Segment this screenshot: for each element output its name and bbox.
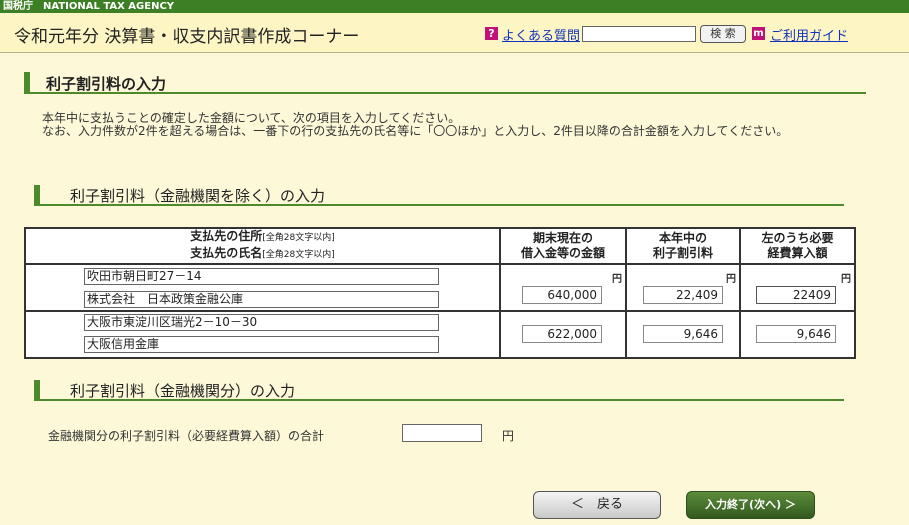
table-row: 吹田市朝日町27－14 株式会社 日本政策金融公庫 円 640,000 円 22… (24, 263, 856, 312)
guide-link[interactable]: ご利用ガイド (770, 25, 848, 44)
section-financial-header: 利子割引料（金融機関分）の入力 (34, 380, 844, 401)
table-row: 大阪市東淀川区瑞光2－10－30 大阪信用金庫 622,000 9,646 9,… (24, 310, 856, 359)
agency-bar: 国税庁 NATIONAL TAX AGENCY (0, 0, 909, 13)
interest-input[interactable]: 22,409 (643, 286, 723, 304)
page-title: 利子割引料の入力 (46, 75, 167, 93)
address-name-cell: 大阪市東淀川区瑞光2－10－30 大阪信用金庫 (24, 310, 501, 359)
address-input[interactable]: 吹田市朝日町27－14 (84, 268, 439, 285)
header-interest: 本年中の 利子割引料 (625, 227, 741, 265)
interest-cell: 9,646 (625, 310, 741, 359)
header-interest-line1: 本年中の (658, 231, 707, 245)
header-name-label: 支払先の氏名 (190, 246, 263, 260)
intro-line-2: なお、入力件数が2件を超える場合は、一番下の行の支払先の氏名等に「〇〇ほか」と入… (42, 124, 789, 138)
next-button[interactable]: 入力終了(次へ) ＞ (686, 491, 815, 519)
header-address-note: [全角28文字以内] (262, 233, 335, 243)
section-non-financial-title: 利子割引料（金融機関を除く）の入力 (70, 187, 326, 205)
yen-label: 円 (726, 274, 736, 285)
yen-label: 円 (612, 274, 622, 285)
back-button[interactable]: ＜ 戻る (533, 491, 661, 519)
financial-total-label: 金融機関分の利子割引料（必要経費算入額）の合計 (48, 429, 325, 443)
help-icon[interactable]: ? (485, 27, 498, 40)
name-input[interactable]: 株式会社 日本政策金融公庫 (84, 291, 439, 308)
faq-link[interactable]: よくある質問 (502, 25, 580, 44)
header-address-label: 支払先の住所 (190, 229, 263, 243)
address-input[interactable]: 大阪市東淀川区瑞光2－10－30 (84, 314, 439, 331)
header-balance: 期末現在の 借入金等の金額 (499, 227, 627, 265)
interest-input[interactable]: 9,646 (643, 325, 723, 343)
financial-total-input[interactable] (402, 424, 482, 442)
header-expense-line2: 経費算入額 (767, 246, 828, 260)
header-expense: 左のうち必要 経費算入額 (739, 227, 856, 265)
intro-text: 本年中に支払うことの確定した金額について、次の項目を入力してください。 なお、入… (42, 112, 842, 138)
interest-cell: 円 22,409 (625, 263, 741, 312)
name-input[interactable]: 大阪信用金庫 (84, 336, 439, 353)
address-name-cell: 吹田市朝日町27－14 株式会社 日本政策金融公庫 (24, 263, 501, 312)
header-address-name: 支払先の住所[全角28文字以内] 支払先の氏名[全角28文字以内] (24, 227, 501, 265)
expense-cell: 円 22409 (739, 263, 856, 312)
expense-input[interactable]: 9,646 (756, 325, 836, 343)
expense-input[interactable]: 22409 (756, 286, 836, 304)
balance-input[interactable]: 622,000 (522, 325, 602, 343)
header: 令和元年分 決算書・収支内訳書作成コーナー ? よくある質問 検 索 m ご利用… (0, 13, 909, 53)
header-expense-line1: 左のうち必要 (761, 231, 834, 245)
section-non-financial-header: 利子割引料（金融機関を除く）の入力 (34, 185, 844, 206)
section-financial-title: 利子割引料（金融機関分）の入力 (70, 382, 296, 400)
search-input[interactable] (582, 26, 696, 42)
interest-table: 支払先の住所[全角28文字以内] 支払先の氏名[全角28文字以内] 期末現在の … (24, 227, 856, 359)
balance-cell: 円 640,000 (499, 263, 627, 312)
header-balance-line2: 借入金等の金額 (520, 246, 605, 260)
guide-icon[interactable]: m (752, 27, 765, 40)
header-interest-line2: 利子割引料 (652, 246, 713, 260)
header-name-note: [全角28文字以内] (262, 250, 335, 260)
expense-cell: 9,646 (739, 310, 856, 359)
app-title: 令和元年分 決算書・収支内訳書作成コーナー (14, 27, 360, 47)
search-button[interactable]: 検 索 (700, 25, 746, 43)
balance-cell: 622,000 (499, 310, 627, 359)
page-title-bar: 利子割引料の入力 (24, 72, 866, 94)
yen-label: 円 (841, 274, 851, 285)
financial-total-unit: 円 (502, 429, 515, 443)
header-balance-line1: 期末現在の (532, 231, 593, 245)
balance-input[interactable]: 640,000 (522, 286, 602, 304)
